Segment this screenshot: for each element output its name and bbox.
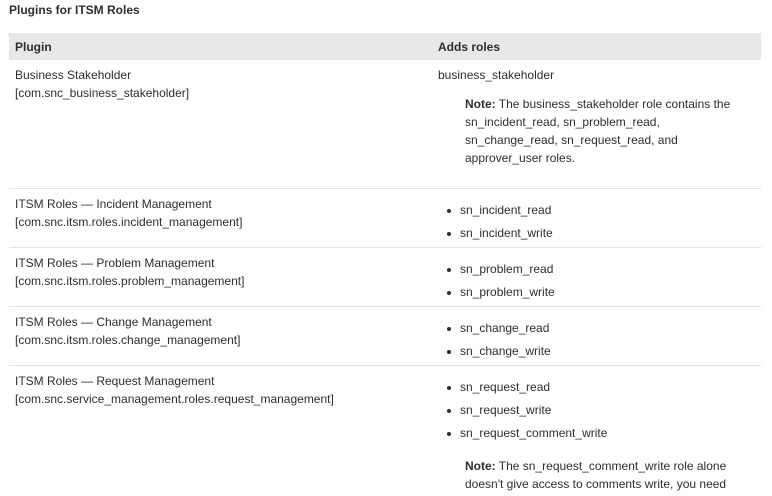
bullet-icon <box>447 291 451 295</box>
plugin-id: [com.snc.service_management.roles.reques… <box>15 392 334 406</box>
plugin-name: Business Stakeholder <box>15 68 132 82</box>
table-caption: Plugins for ITSM Roles <box>9 3 140 17</box>
bullet-icon <box>447 327 451 331</box>
list-item: sn_problem_read <box>438 258 761 281</box>
bullet-icon <box>447 209 451 213</box>
table-row: ITSM Roles — Change Management [com.snc.… <box>9 307 761 366</box>
list-item: sn_change_write <box>438 340 761 363</box>
roles-cell: sn_problem_read sn_problem_write <box>432 248 761 306</box>
roles-cell: sn_request_read sn_request_write sn_requ… <box>432 366 761 496</box>
roles-cell: sn_incident_read sn_incident_write <box>432 189 761 247</box>
note-text: The business_stakeholder role contains t… <box>465 97 731 165</box>
role-name: sn_incident_write <box>460 226 553 240</box>
list-item: sn_request_read <box>438 376 761 399</box>
plugin-cell: Business Stakeholder [com.snc_business_s… <box>9 60 432 188</box>
table-row: ITSM Roles — Problem Management [com.snc… <box>9 248 761 307</box>
header-adds-roles: Adds roles <box>438 39 501 54</box>
roles-list: sn_change_read sn_change_write <box>438 317 761 363</box>
role-text: business_stakeholder <box>438 68 555 82</box>
plugin-id: [com.snc_business_stakeholder] <box>15 86 190 100</box>
plugin-name: ITSM Roles — Request Management <box>15 374 215 388</box>
role-name: sn_problem_read <box>460 262 554 276</box>
roles-list: sn_incident_read sn_incident_write <box>438 199 761 245</box>
note: Note: The business_stakeholder role cont… <box>465 95 747 167</box>
list-item: sn_request_write <box>438 399 761 422</box>
note-label: Note: <box>465 97 496 111</box>
plugin-cell: ITSM Roles — Change Management [com.snc.… <box>9 307 432 365</box>
note: Note: The sn_request_comment_write role … <box>465 457 747 496</box>
plugin-cell: ITSM Roles — Request Management [com.snc… <box>9 366 432 496</box>
table-row: Business Stakeholder [com.snc_business_s… <box>9 60 761 189</box>
note-label: Note: <box>465 459 496 473</box>
bullet-icon <box>447 232 451 236</box>
role-name: sn_request_read <box>460 380 551 394</box>
roles-cell: sn_change_read sn_change_write <box>432 307 761 365</box>
plugin-name: ITSM Roles — Change Management [com.snc.… <box>15 315 241 347</box>
bullet-icon <box>447 409 451 413</box>
bullet-icon <box>447 268 451 272</box>
list-item: sn_incident_read <box>438 199 761 222</box>
role-name: sn_request_comment_write <box>460 426 608 440</box>
table-row: ITSM Roles — Request Management [com.snc… <box>9 366 761 496</box>
bullet-icon <box>447 350 451 354</box>
role-name: sn_incident_read <box>460 203 552 217</box>
list-item: sn_problem_write <box>438 281 761 304</box>
plugins-table: Plugin Adds roles Business Stakeholder [… <box>9 33 761 496</box>
list-item: sn_change_read <box>438 317 761 340</box>
list-item: sn_incident_write <box>438 222 761 245</box>
table-header: Plugin Adds roles <box>9 33 761 60</box>
roles-list: sn_request_read sn_request_write sn_requ… <box>438 376 761 445</box>
header-plugin: Plugin <box>15 39 52 54</box>
list-item: sn_request_comment_write <box>438 422 761 445</box>
roles-list: sn_problem_read sn_problem_write <box>438 258 761 304</box>
roles-cell: business_stakeholder Note: The business_… <box>432 60 761 188</box>
plugin-cell: ITSM Roles — Incident Management [com.sn… <box>9 189 432 247</box>
role-name: sn_change_write <box>460 344 551 358</box>
plugin-name: ITSM Roles — Problem Management [com.snc… <box>15 256 245 288</box>
bullet-icon <box>447 386 451 390</box>
table-row: ITSM Roles — Incident Management [com.sn… <box>9 189 761 248</box>
role-name: sn_change_read <box>460 321 550 335</box>
bullet-icon <box>447 432 451 436</box>
role-name: sn_request_write <box>460 403 552 417</box>
role-name: sn_problem_write <box>460 285 555 299</box>
note-text: The sn_request_comment_write role alone … <box>465 459 727 496</box>
plugin-cell: ITSM Roles — Problem Management [com.snc… <box>9 248 432 306</box>
plugin-name: ITSM Roles — Incident Management [com.sn… <box>15 197 243 229</box>
